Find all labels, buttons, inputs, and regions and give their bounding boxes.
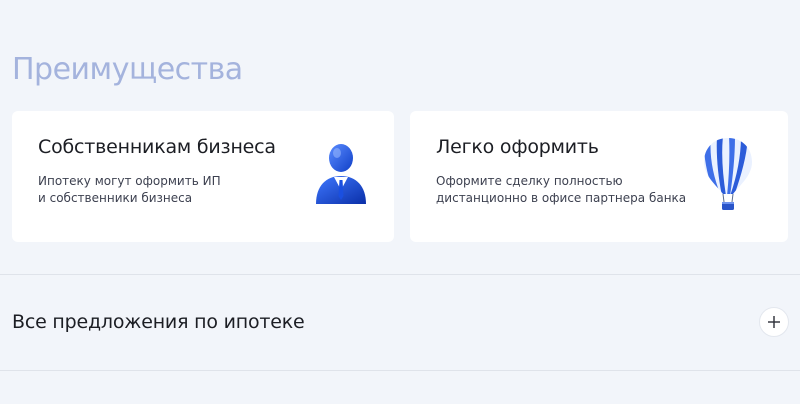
card-title: Легко оформить bbox=[436, 136, 599, 158]
card-description-line: дистанционно в офисе партнера банка bbox=[436, 191, 687, 205]
section-title: Преимущества bbox=[12, 52, 243, 87]
all-mortgage-offers-accordion[interactable]: Все предложения по ипотеке bbox=[0, 275, 800, 370]
card-description-line: и собственники бизнеса bbox=[38, 191, 193, 205]
accordion-label: Все предложения по ипотеке bbox=[12, 311, 305, 333]
card-description-line: Ипотеку могут оформить ИП bbox=[38, 174, 221, 188]
card-title: Собственникам бизнеса bbox=[38, 136, 276, 158]
card-description-line: Оформите сделку полностью bbox=[436, 174, 623, 188]
benefit-card-easy-apply: Легко оформить Оформите сделку полностью… bbox=[410, 111, 788, 242]
card-description: Ипотеку могут оформить ИП и собственники… bbox=[38, 173, 298, 207]
benefits-page: Преимущества Собственникам бизнеса Ипоте… bbox=[0, 0, 800, 404]
business-owner-icon bbox=[316, 144, 366, 204]
card-description: Оформите сделку полностью дистанционно в… bbox=[436, 173, 696, 207]
benefit-card-business-owners: Собственникам бизнеса Ипотеку могут офор… bbox=[12, 111, 394, 242]
divider bbox=[0, 370, 800, 371]
expand-button[interactable] bbox=[759, 307, 789, 337]
hot-air-balloon-icon bbox=[704, 138, 752, 210]
plus-icon bbox=[768, 316, 780, 328]
